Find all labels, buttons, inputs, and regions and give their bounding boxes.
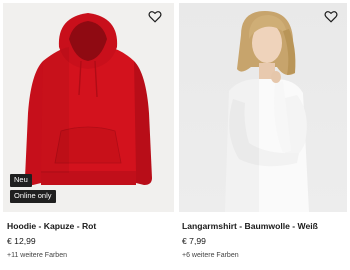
product-price: € 7,99 <box>182 236 206 246</box>
wishlist-button[interactable] <box>145 6 165 26</box>
heart-outline-icon <box>324 10 338 23</box>
product-card-hoodie[interactable]: Neu Online only Hoodie - Kapuze - Rot € … <box>3 0 174 270</box>
model-white-longsleeve-image <box>225 11 309 212</box>
product-title[interactable]: Langarmshirt - Baumwolle - Weiß <box>182 221 318 231</box>
wishlist-button[interactable] <box>321 6 341 26</box>
product-price: € 12,99 <box>7 236 36 246</box>
more-colors-link[interactable]: +6 weitere Farben <box>182 252 239 259</box>
more-colors-link[interactable]: +11 weitere Farben <box>7 252 67 259</box>
product-badges: Neu Online only <box>10 174 56 203</box>
product-title[interactable]: Hoodie - Kapuze - Rot <box>7 221 96 231</box>
product-card-longsleeve[interactable]: Langarmshirt - Baumwolle - Weiß € 7,99 +… <box>179 0 347 270</box>
badge-new: Neu <box>10 174 32 187</box>
badge-online-only: Online only <box>10 190 56 203</box>
product-image-longsleeve[interactable] <box>179 3 347 212</box>
heart-outline-icon <box>148 10 162 23</box>
product-grid: Neu Online only Hoodie - Kapuze - Rot € … <box>0 0 350 270</box>
